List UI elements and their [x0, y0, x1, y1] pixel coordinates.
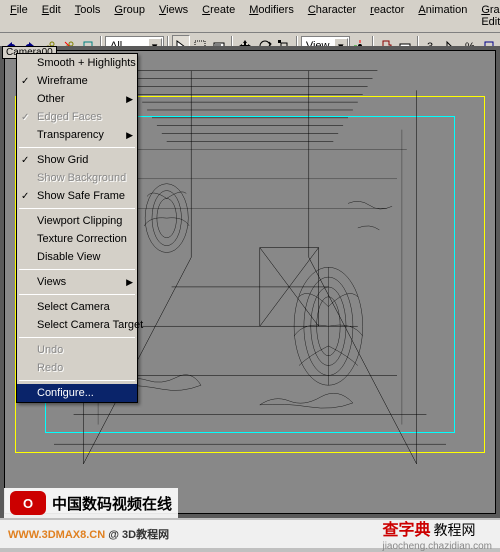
menu-file[interactable]: File	[4, 2, 34, 30]
menu-item-label: Wireframe	[37, 75, 88, 87]
menu-item-disable-view[interactable]: Disable View	[17, 248, 137, 266]
footer-right: 查字典 教程网 jiaocheng.chazidian.com	[382, 516, 492, 552]
menu-item-label: Select Camera Target	[37, 319, 143, 331]
menu-tools[interactable]: Tools	[69, 2, 107, 30]
submenu-arrow-icon: ▶	[126, 130, 133, 141]
menu-edit[interactable]: Edit	[36, 2, 67, 30]
menu-item-undo: Undo	[17, 341, 137, 359]
menu-separator	[19, 269, 135, 270]
menu-item-show-safe-frame[interactable]: ✓ Show Safe Frame	[17, 187, 137, 205]
footer-left: WWW.3DMAX8.CN @ 3D教程网	[8, 526, 169, 542]
menu-item-texture-correction[interactable]: Texture Correction	[17, 230, 137, 248]
footer-brand-suffix: 教程网	[434, 522, 476, 538]
menu-item-select-camera-target[interactable]: Select Camera Target	[17, 316, 137, 334]
menu-item-label: Select Camera	[37, 301, 110, 313]
menu-item-label: Show Background	[37, 172, 126, 184]
menu-item-views[interactable]: Views ▶	[17, 273, 137, 291]
menu-item-label: Viewport Clipping	[37, 215, 122, 227]
submenu-arrow-icon: ▶	[126, 277, 133, 288]
footer-brand: 查字典	[382, 522, 430, 539]
menu-item-select-camera[interactable]: Select Camera	[17, 298, 137, 316]
check-icon: ✓	[21, 155, 29, 166]
menu-item-smooth-highlights[interactable]: Smooth + Highlights	[17, 54, 137, 72]
menu-item-edged-faces: ✓ Edged Faces	[17, 108, 137, 126]
watermark: O 中国数码视频在线	[4, 488, 178, 518]
menu-item-label: Edged Faces	[37, 111, 102, 123]
menu-item-redo: Redo	[17, 359, 137, 377]
check-icon: ✓	[21, 112, 29, 123]
viewport-context-menu: Smooth + Highlights ✓ Wireframe Other ▶ ✓ Edge…	[16, 53, 138, 403]
menu-item-label: Disable View	[37, 251, 100, 263]
menu-item-label: Show Grid	[37, 154, 88, 166]
menu-group[interactable]: Group	[108, 2, 151, 30]
menu-modifiers[interactable]: Modifiers	[243, 2, 300, 30]
menu-item-wireframe[interactable]: ✓ Wireframe	[17, 72, 137, 90]
menu-graph-editors[interactable]: Graph Editors	[475, 2, 500, 30]
menu-reactor[interactable]: reactor	[364, 2, 410, 30]
menu-item-show-grid[interactable]: ✓ Show Grid	[17, 151, 137, 169]
submenu-arrow-icon: ▶	[126, 94, 133, 105]
menu-character[interactable]: Character	[302, 2, 362, 30]
menu-item-label: Smooth + Highlights	[37, 57, 136, 69]
menu-item-transparency[interactable]: Transparency ▶	[17, 126, 137, 144]
menu-item-label: Show Safe Frame	[37, 190, 125, 202]
menu-item-label: Configure...	[37, 387, 94, 399]
menu-separator	[19, 147, 135, 148]
menu-separator	[19, 208, 135, 209]
menu-item-label: Transparency	[37, 129, 104, 141]
menu-item-configure[interactable]: Configure...	[17, 384, 137, 402]
footer-brand-url: jiaocheng.chazidian.com	[382, 541, 492, 552]
menu-item-label: Other	[37, 93, 65, 105]
watermark-text: 中国数码视频在线	[52, 493, 172, 514]
menu-item-label: Undo	[37, 344, 63, 356]
menu-item-viewport-clipping[interactable]: Viewport Clipping	[17, 212, 137, 230]
menu-separator	[19, 337, 135, 338]
menu-item-show-background: Show Background	[17, 169, 137, 187]
check-icon: ✓	[21, 76, 29, 87]
menu-separator	[19, 294, 135, 295]
watermark-logo: O	[10, 491, 46, 515]
menu-animation[interactable]: Animation	[412, 2, 473, 30]
footer: WWW.3DMAX8.CN @ 3D教程网 查字典 教程网 jiaocheng.…	[0, 520, 500, 548]
check-icon: ✓	[21, 191, 29, 202]
menu-item-label: Texture Correction	[37, 233, 127, 245]
footer-suffix: @ 3D教程网	[108, 529, 169, 541]
menu-create[interactable]: Create	[196, 2, 241, 30]
menubar: FileEditToolsGroupViewsCreateModifiersCh…	[0, 0, 500, 33]
menu-item-label: Redo	[37, 362, 63, 374]
menu-item-other[interactable]: Other ▶	[17, 90, 137, 108]
footer-url: WWW.3DMAX8.CN	[8, 529, 105, 541]
menu-item-label: Views	[37, 276, 66, 288]
menu-views[interactable]: Views	[153, 2, 194, 30]
menu-separator	[19, 380, 135, 381]
